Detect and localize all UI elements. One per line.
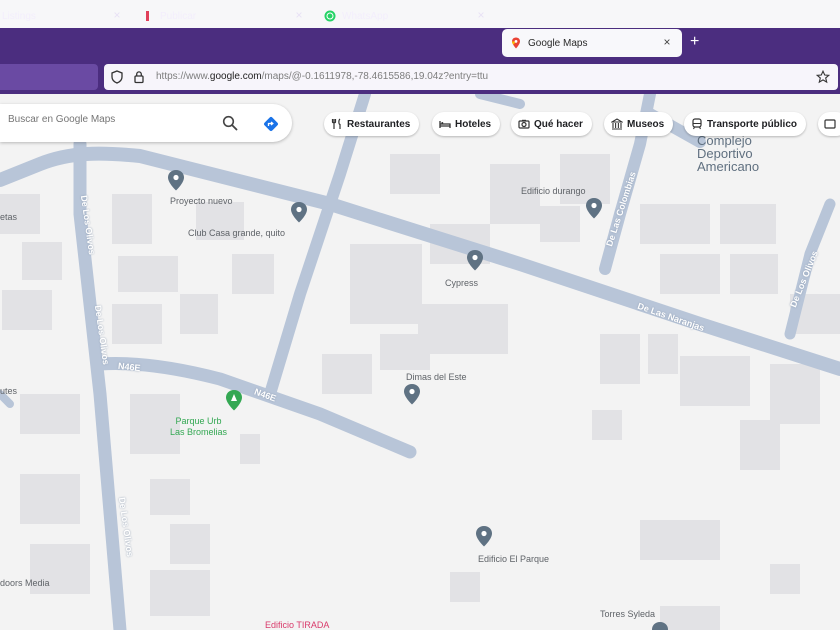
transit-icon <box>692 118 702 130</box>
bed-icon <box>439 121 451 128</box>
maps-search-input[interactable] <box>8 114 208 125</box>
pin-dimas-del-este <box>404 384 420 405</box>
directions-icon[interactable] <box>262 115 280 133</box>
chip-label: Museos <box>627 118 665 130</box>
whatsapp-icon <box>324 10 336 22</box>
place-label[interactable]: Torres Syleda <box>600 609 655 619</box>
place-label[interactable]: Dimas del Este <box>406 372 467 382</box>
chip-hoteles[interactable]: Hoteles <box>432 112 501 136</box>
tab-google-maps[interactable]: Google Maps × <box>502 29 682 57</box>
tab-label: Google Maps <box>528 37 588 49</box>
pin-club-casa-grande <box>291 202 307 223</box>
tab-close-icon[interactable]: × <box>474 8 488 22</box>
pin-edificio-durango <box>586 198 602 219</box>
chip-transporte-publico[interactable]: Transporte público <box>684 112 807 136</box>
chip-restaurantes[interactable]: Restaurantes <box>324 112 420 136</box>
tab-label: Publicar <box>160 10 197 22</box>
tab-listings[interactable]: Listings × <box>0 2 132 30</box>
place-label[interactable]: etas <box>0 212 17 222</box>
chip-museos[interactable]: Museos <box>604 112 674 136</box>
pin-cypress <box>467 250 483 271</box>
tab-publicar[interactable]: Publicar × <box>142 2 314 30</box>
address-bar[interactable]: https://www.google.com/maps/@-0.1611978,… <box>104 64 838 90</box>
chip-label: Restaurantes <box>347 118 411 130</box>
tab-close-icon[interactable]: × <box>110 8 124 22</box>
place-label[interactable]: doors Media <box>0 578 50 588</box>
more-category-icon <box>824 119 836 129</box>
url-prefix: https://www. <box>156 71 210 82</box>
place-label[interactable]: Cypress <box>445 278 478 288</box>
fork-knife-icon <box>331 118 341 129</box>
place-label[interactable]: Proyecto nuevo <box>170 196 233 206</box>
place-label[interactable]: Parque Urb Las Bromelias <box>170 416 227 438</box>
place-label[interactable]: Edificio TIRADA <box>265 620 329 630</box>
place-label[interactable]: Club Casa grande, quito <box>188 228 285 238</box>
pin-edificio-el-parque <box>476 526 492 547</box>
chip-label: Qué hacer <box>534 118 583 130</box>
google-maps-favicon-icon <box>512 37 520 49</box>
chip-label: Hoteles <box>455 118 492 130</box>
url-domain: google.com <box>209 71 262 82</box>
lock-icon <box>134 71 144 84</box>
place-label[interactable]: Edificio durango <box>521 186 586 196</box>
map-canvas[interactable]: Proyecto nuevo Club Casa grande, quito E… <box>0 94 840 630</box>
sidebar-toggle-button[interactable] <box>0 64 98 90</box>
tab-label: Listings <box>2 10 36 22</box>
museum-icon <box>611 118 623 130</box>
url-path: /maps/@-0.1611978,-78.4615586,19.04z?ent… <box>261 71 489 82</box>
maps-search-box <box>0 104 292 142</box>
camera-icon <box>518 119 530 129</box>
url-text: https://www.google.com/maps/@-0.1611978,… <box>156 71 488 82</box>
new-tab-button[interactable]: + <box>690 34 699 50</box>
chip-label: Transporte público <box>707 118 798 130</box>
place-label[interactable]: Complejo Deportivo Americano <box>697 134 759 173</box>
bookmark-star-icon[interactable] <box>816 70 830 84</box>
place-label[interactable]: utes <box>0 386 17 396</box>
chip-more[interactable] <box>818 112 840 136</box>
tab-close-icon[interactable]: × <box>292 8 306 22</box>
tab-close-icon[interactable]: × <box>660 35 674 49</box>
search-icon[interactable] <box>222 115 238 131</box>
tab-bar <box>0 28 840 60</box>
screen: Listings × Publicar × WhatsApp × Google … <box>0 0 840 630</box>
tab-whatsapp[interactable]: WhatsApp × <box>324 2 496 30</box>
place-label[interactable]: Edificio El Parque <box>478 554 549 564</box>
tab-label: WhatsApp <box>342 10 389 22</box>
pin-proyecto-nuevo <box>168 170 184 191</box>
publicar-favicon-icon <box>146 11 149 21</box>
shield-icon <box>111 70 123 84</box>
chip-que-hacer[interactable]: Qué hacer <box>511 112 592 136</box>
